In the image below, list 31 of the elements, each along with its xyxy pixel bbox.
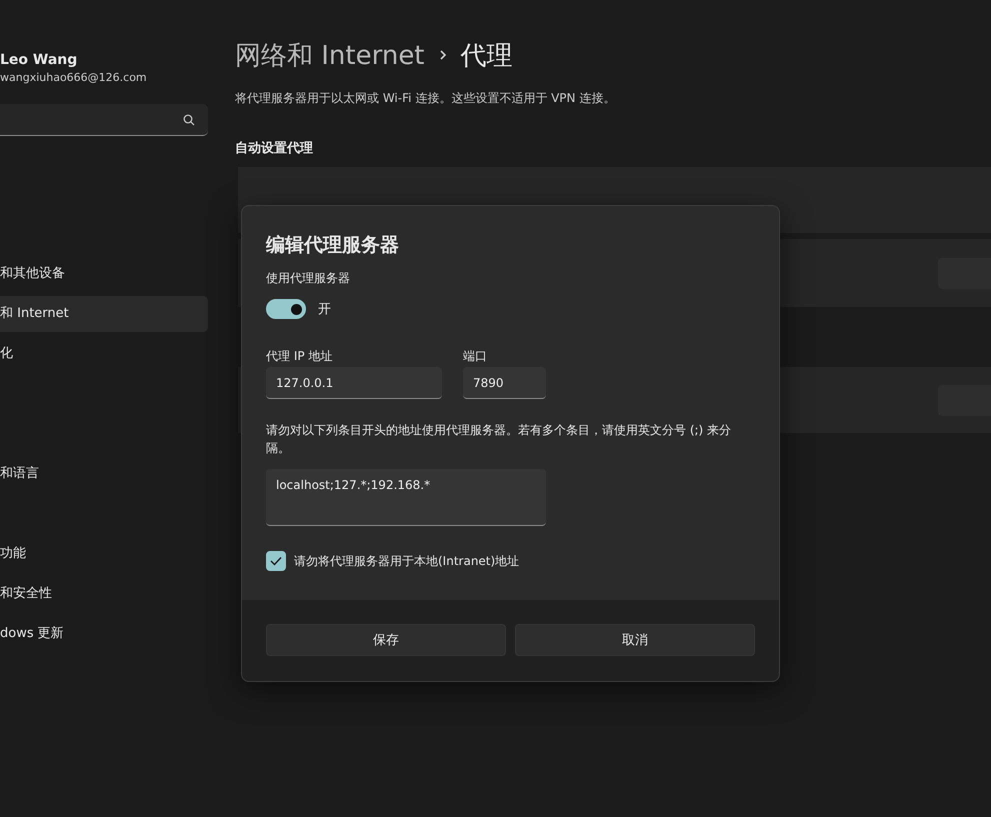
nav-item[interactable]: dows 更新: [0, 616, 208, 652]
exceptions-field[interactable]: localhost;127.*;192.168.*: [266, 469, 546, 526]
nav-item[interactable]: 功能: [0, 536, 208, 572]
chevron-icon: [438, 49, 447, 61]
checkbox-label: 请勿将代理服务器用于本地(Intranet)地址: [294, 552, 520, 570]
nav-item[interactable]: 化: [0, 336, 208, 372]
nav-item[interactable]: 和其他设备: [0, 256, 208, 292]
help-text: 请勿对以下列条目开头的地址使用代理服务器。若有多个条目，请使用英文分号 (;) 来分隔。: [266, 422, 732, 457]
port-field[interactable]: 7890: [463, 367, 546, 399]
check-icon: [270, 556, 282, 566]
toggle-state: 开: [318, 301, 331, 318]
cancel-button[interactable]: 取消: [515, 624, 755, 656]
search-field[interactable]: [0, 104, 208, 136]
page-description: 将代理服务器用于以太网或 Wi-Fi 连接。这些设置不适用于 VPN 连接。: [235, 90, 616, 107]
user-name: Leo Wang: [0, 51, 78, 70]
page-title: 代理: [460, 40, 513, 72]
breadcrumb-link[interactable]: 网络和 Internet: [235, 38, 425, 72]
field-label: 端口: [463, 348, 488, 364]
search-icon: [183, 114, 195, 126]
nav-item[interactable]: 和 Internet: [0, 296, 208, 332]
toggle-switch[interactable]: [266, 299, 306, 319]
toggle-label: 使用代理服务器: [266, 270, 351, 287]
dialog-title: 编辑代理服务器: [266, 233, 400, 258]
save-button[interactable]: 保存: [266, 624, 506, 656]
checkbox[interactable]: [266, 551, 286, 571]
ip-field[interactable]: 127.0.0.1: [266, 367, 442, 399]
field-label: 代理 IP 地址: [266, 348, 334, 364]
user-email: wangxiuhao666@126.com: [0, 70, 147, 86]
section-heading: 自动设置代理: [235, 140, 313, 157]
nav-item[interactable]: 和语言: [0, 456, 208, 492]
nav-item[interactable]: 和安全性: [0, 576, 208, 612]
